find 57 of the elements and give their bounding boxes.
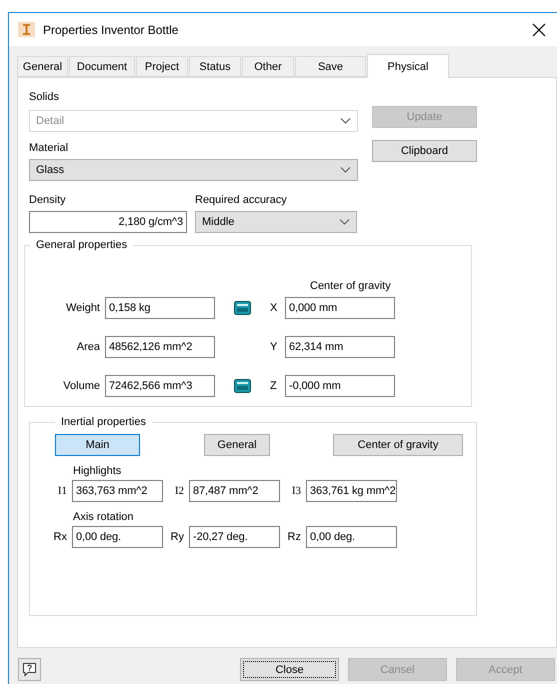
calculator-icon[interactable] [234,301,251,315]
value-field[interactable]: 0,00 deg. [306,526,397,548]
value-field[interactable]: 0,00 deg. [72,526,163,548]
field-label: Required accuracy [195,194,288,206]
tab[interactable]: Project [136,56,188,77]
density-field[interactable]: 2,180 g/cm^3 [29,211,187,233]
value-field[interactable]: 48562,126 mm^2 [105,336,215,358]
accuracy-dropdown[interactable]: Middle [195,211,357,233]
axis-label: Ry [170,531,185,543]
tab[interactable]: Other [242,56,294,77]
value-field[interactable]: 0,000 mm [285,297,395,319]
value-field[interactable]: 0,158 kg [105,297,215,319]
field-label: Density [29,194,67,206]
group-title: Inertial properties [60,416,147,428]
axis-label: Y [270,341,278,353]
axis-label: I1 [56,485,68,497]
clipboard-button[interactable]: Clipboard [372,140,477,162]
window-title: Properties Inventor Bottle [43,22,180,36]
axis-label: Rz [286,531,302,543]
row-label: Area [76,341,101,353]
help-button[interactable] [18,658,41,681]
tab[interactable]: Physical [367,54,449,78]
field-label: Solids [29,91,60,103]
chevron-icon [339,219,350,225]
tab[interactable]: Status [189,56,241,77]
row-label: Weight [64,302,101,314]
field-label: Material [29,142,70,154]
value-field[interactable]: 87,487 mm^2 [189,480,280,502]
view-button[interactable]: Main [55,434,140,456]
column-heading: Center of gravity [310,280,392,292]
chevron-icon [340,118,351,124]
calculator-icon[interactable] [234,379,251,393]
view-button[interactable]: Center of gravity [333,434,463,456]
axis-label: I3 [290,485,302,497]
row-label: Volume [62,380,101,392]
section-label: Highlights [73,465,122,477]
help-icon[interactable] [22,662,37,677]
section-label: Axis rotation [73,511,135,523]
tab[interactable]: General [17,56,68,77]
tab[interactable]: Document [69,56,135,77]
value-field[interactable]: -0,000 mm [285,375,395,397]
value-field[interactable]: 363,761 kg mm^2 [306,480,397,502]
axis-label: Rx [52,531,68,543]
close-button[interactable]: Close [240,658,339,681]
tab[interactable]: Save [295,56,366,77]
axis-label: X [270,302,278,314]
value-field[interactable]: 363,763 mm^2 [72,480,163,502]
chevron-icon [340,167,351,173]
axis-label: I2 [174,485,185,497]
value-field[interactable]: 72462,566 mm^3 [105,375,215,397]
axis-label: Z [270,380,278,392]
material-dropdown[interactable]: Glass [29,159,358,181]
value-field[interactable]: -20,27 deg. [189,526,280,548]
group-title: General properties [35,239,128,251]
view-button[interactable]: General [204,434,270,456]
app-logo-icon [18,22,35,37]
value-field[interactable]: 62,314 mm [285,336,395,358]
